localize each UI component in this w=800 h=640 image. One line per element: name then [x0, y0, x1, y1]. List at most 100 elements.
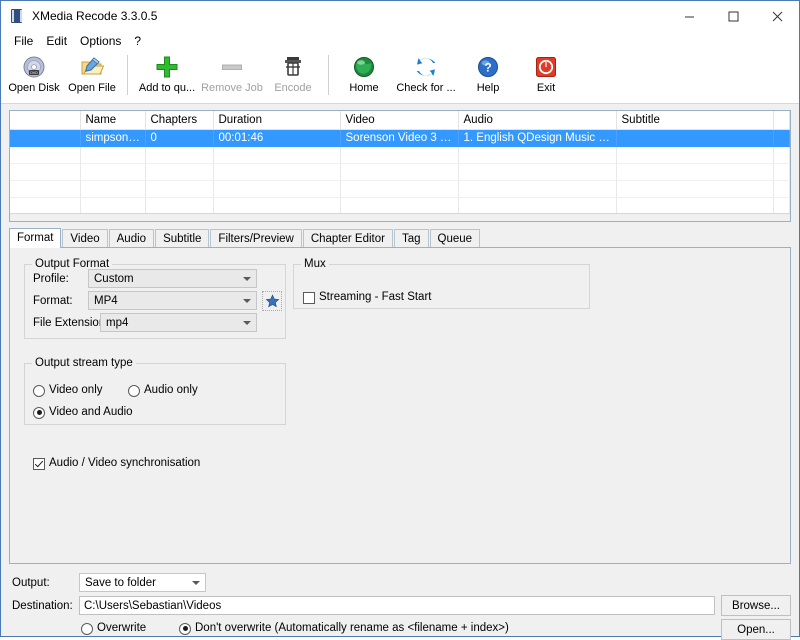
- svg-text:?: ?: [484, 61, 491, 75]
- menu-item-edit[interactable]: Edit: [40, 32, 74, 50]
- tab-format[interactable]: Format: [9, 228, 61, 248]
- encode-icon: [281, 54, 305, 80]
- column-header-duration[interactable]: Duration: [213, 111, 340, 130]
- cell-blank: [10, 130, 80, 147]
- tab-chapter-editor[interactable]: Chapter Editor: [303, 229, 393, 247]
- streaming-fast-start-checkbox[interactable]: Streaming - Fast Start: [303, 291, 431, 304]
- file-extension-value: mp4: [106, 317, 128, 329]
- open-file-label: Open File: [68, 82, 116, 94]
- file-extension-dropdown[interactable]: mp4: [100, 313, 257, 332]
- file-list-header-row: Name Chapters Duration Video Audio Subti…: [10, 111, 790, 130]
- tab-queue[interactable]: Queue: [430, 229, 481, 247]
- menu-item-help[interactable]: ?: [128, 32, 148, 50]
- menu-item-options[interactable]: Options: [74, 32, 128, 50]
- film-strip-icon: [9, 8, 25, 24]
- tab-video[interactable]: Video: [62, 229, 107, 247]
- radio-dont-overwrite[interactable]: Don't overwrite (Automatically rename as…: [179, 622, 509, 635]
- tab-subtitle[interactable]: Subtitle: [155, 229, 209, 247]
- column-header-video[interactable]: Video: [340, 111, 458, 130]
- plus-icon: [155, 54, 179, 80]
- chevron-down-icon: [243, 321, 251, 325]
- app-window: XMedia Recode 3.3.0.5 File Edit Options …: [0, 0, 800, 637]
- format-tab-panel: Output Format Profile: Custom Format: MP…: [9, 247, 791, 564]
- radio-circle: [81, 623, 93, 635]
- cell-name: simpsons_t...: [80, 130, 145, 147]
- browse-button[interactable]: Browse...: [721, 595, 791, 616]
- close-icon[interactable]: [755, 1, 799, 31]
- checkbox-box: [303, 292, 315, 304]
- minimize-icon[interactable]: [667, 1, 711, 31]
- profile-dropdown[interactable]: Custom: [88, 269, 257, 288]
- chevron-down-icon: [243, 299, 251, 303]
- profile-label: Profile:: [33, 272, 69, 286]
- column-header-audio[interactable]: Audio: [458, 111, 616, 130]
- open-disk-label: Open Disk: [8, 82, 59, 94]
- open-disk-button[interactable]: DVD Open Disk: [5, 51, 63, 101]
- av-sync-label: Audio / Video synchronisation: [49, 457, 200, 470]
- encode-button: Encode: [264, 51, 322, 101]
- output-settings-panel: Output: Save to folder Destination: C:\U…: [9, 568, 791, 636]
- add-to-queue-label: Add to qu...: [139, 82, 195, 94]
- column-header-blank[interactable]: [10, 111, 80, 130]
- add-to-queue-button[interactable]: Add to qu...: [134, 51, 200, 101]
- radio-overwrite-label: Overwrite: [97, 622, 146, 635]
- cell-subtitle: [616, 130, 773, 147]
- table-row-empty: [10, 147, 790, 164]
- format-dropdown[interactable]: MP4: [88, 291, 257, 310]
- cell-end: [773, 130, 790, 147]
- column-header-name[interactable]: Name: [80, 111, 145, 130]
- tab-filters-preview[interactable]: Filters/Preview: [210, 229, 301, 247]
- output-mode-dropdown[interactable]: Save to folder: [79, 573, 206, 592]
- radio-circle: [33, 407, 45, 419]
- help-button[interactable]: ? Help: [459, 51, 517, 101]
- chevron-down-icon: [192, 581, 200, 585]
- radio-circle: [128, 385, 140, 397]
- open-file-button[interactable]: Open File: [63, 51, 121, 101]
- format-label: Format:: [33, 294, 73, 308]
- tab-tag[interactable]: Tag: [394, 229, 429, 247]
- mux-group-title: Mux: [301, 258, 329, 270]
- radio-video-and-audio-label: Video and Audio: [49, 406, 133, 419]
- radio-video-only-label: Video only: [49, 384, 103, 397]
- table-row-empty: [10, 164, 790, 181]
- tab-audio[interactable]: Audio: [109, 229, 154, 247]
- disc-icon: DVD: [22, 54, 46, 80]
- favorite-button[interactable]: [262, 291, 282, 311]
- question-icon: ?: [477, 54, 499, 80]
- minus-icon: [220, 54, 244, 80]
- menu-item-file[interactable]: File: [8, 32, 40, 50]
- cell-audio: 1. English QDesign Music Codec 2 12...: [458, 130, 616, 147]
- table-row-empty: [10, 181, 790, 198]
- radio-audio-only[interactable]: Audio only: [128, 384, 198, 397]
- file-list-table: Name Chapters Duration Video Audio Subti…: [10, 111, 790, 222]
- browse-label: Browse...: [732, 600, 780, 612]
- exit-button[interactable]: Exit: [517, 51, 575, 101]
- check-for-updates-button[interactable]: Check for ...: [393, 51, 459, 101]
- chevron-down-icon: [243, 277, 251, 281]
- cell-chapters: 0: [145, 130, 213, 147]
- radio-video-only[interactable]: Video only: [33, 384, 103, 397]
- home-button[interactable]: Home: [335, 51, 393, 101]
- cell-video: Sorenson Video 3 25.00 H...: [340, 130, 458, 147]
- remove-job-button: Remove Job: [200, 51, 264, 101]
- horizontal-scrollbar[interactable]: [10, 213, 790, 221]
- table-row[interactable]: simpsons_t... 0 00:01:46 Sorenson Video …: [10, 130, 790, 147]
- maximize-icon[interactable]: [711, 1, 755, 31]
- radio-overwrite[interactable]: Overwrite: [81, 622, 146, 635]
- output-stream-type-group-title: Output stream type: [32, 357, 136, 369]
- av-sync-checkbox[interactable]: Audio / Video synchronisation: [33, 457, 200, 470]
- menu-bar: File Edit Options ?: [1, 31, 799, 51]
- globe-icon: [352, 54, 376, 80]
- column-header-chapters[interactable]: Chapters: [145, 111, 213, 130]
- destination-input[interactable]: C:\Users\Sebastian\Videos: [79, 596, 715, 615]
- column-header-subtitle[interactable]: Subtitle: [616, 111, 773, 130]
- help-label: Help: [477, 82, 500, 94]
- column-header-end[interactable]: [773, 111, 790, 130]
- refresh-icon: [414, 54, 438, 80]
- file-list[interactable]: Name Chapters Duration Video Audio Subti…: [9, 110, 791, 222]
- cell-duration: 00:01:46: [213, 130, 340, 147]
- svg-text:DVD: DVD: [30, 71, 38, 75]
- tab-bar: Format Video Audio Subtitle Filters/Prev…: [9, 227, 791, 247]
- radio-video-and-audio[interactable]: Video and Audio: [33, 406, 133, 419]
- table-row-empty: [10, 198, 790, 215]
